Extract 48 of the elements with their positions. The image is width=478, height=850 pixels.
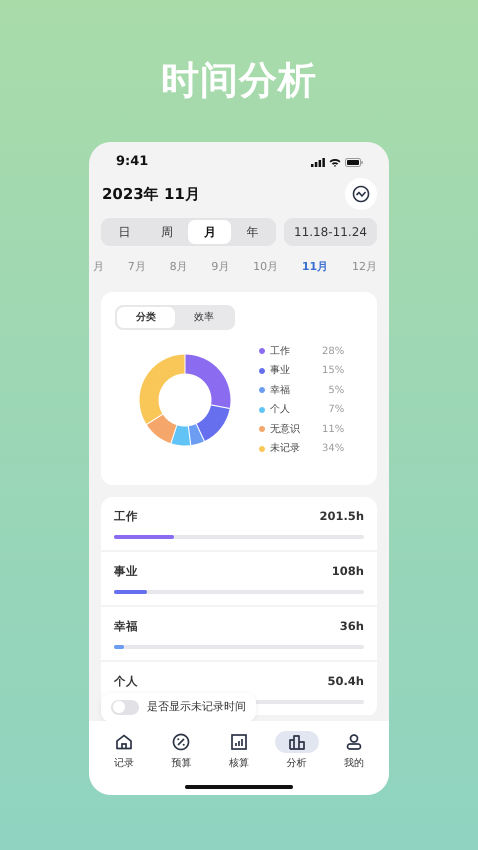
month-tab[interactable]: 11月 [298,257,332,278]
signal-icon [311,158,325,166]
tab-bar-item[interactable]: 核算 [216,731,262,795]
category-hours: 201.5h [319,508,364,524]
chart-icon [228,732,249,752]
period-tab[interactable]: 日 [103,220,146,244]
category-hours: 108h [332,562,364,580]
person-icon [344,732,364,752]
legend-percent: 11% [322,422,344,437]
house-icon [114,732,134,752]
legend-label: 工作 [270,344,290,359]
legend-percent: 34% [322,442,344,456]
legend-percent: 15% [322,364,344,378]
view-tab[interactable]: 效率 [175,306,233,328]
category-hours: 50.4h [327,672,364,690]
tab-bar-item[interactable]: 我的 [331,731,378,795]
view-tab[interactable]: 分类 [117,306,175,328]
month-title: 2023年 11月 [102,184,200,205]
category-name: 工作 [114,508,138,524]
category-name: 事业 [114,562,138,580]
tab-bar-item[interactable]: 分析 [274,731,320,795]
battery-icon [345,158,363,166]
legend-percent: 5% [327,384,344,398]
date-range-button[interactable]: 11.18-11.24 [284,218,377,246]
category-name: 个人 [114,672,138,690]
category-hours: 36h [340,618,364,634]
legend-label: 未记录 [270,442,300,456]
period-tab[interactable]: 周 [146,220,188,244]
legend-label: 事业 [270,364,290,378]
toggle-switch[interactable] [111,700,139,715]
bar-chart-icon [286,732,307,752]
category-name: 幸福 [114,618,138,634]
trend-icon [352,185,370,203]
headline: 时间分析 [160,57,318,104]
trend-button[interactable] [345,178,377,210]
legend-percent: 7% [327,403,344,418]
percent-icon [171,732,192,752]
legend-label: 无意识 [270,422,300,437]
period-tab[interactable]: 年 [231,220,274,244]
toggle-label: 是否显示未记录时间 [147,699,246,715]
period-tab[interactable]: 月 [188,220,232,244]
tab-bar-item[interactable]: 记录 [100,731,147,795]
status-time: 9:41 [116,153,148,172]
legend-label: 个人 [270,403,290,418]
wifi-icon [329,158,341,166]
tab-bar-item[interactable]: 预算 [158,731,204,795]
legend-label: 幸福 [270,384,290,398]
legend-percent: 28% [322,344,344,359]
